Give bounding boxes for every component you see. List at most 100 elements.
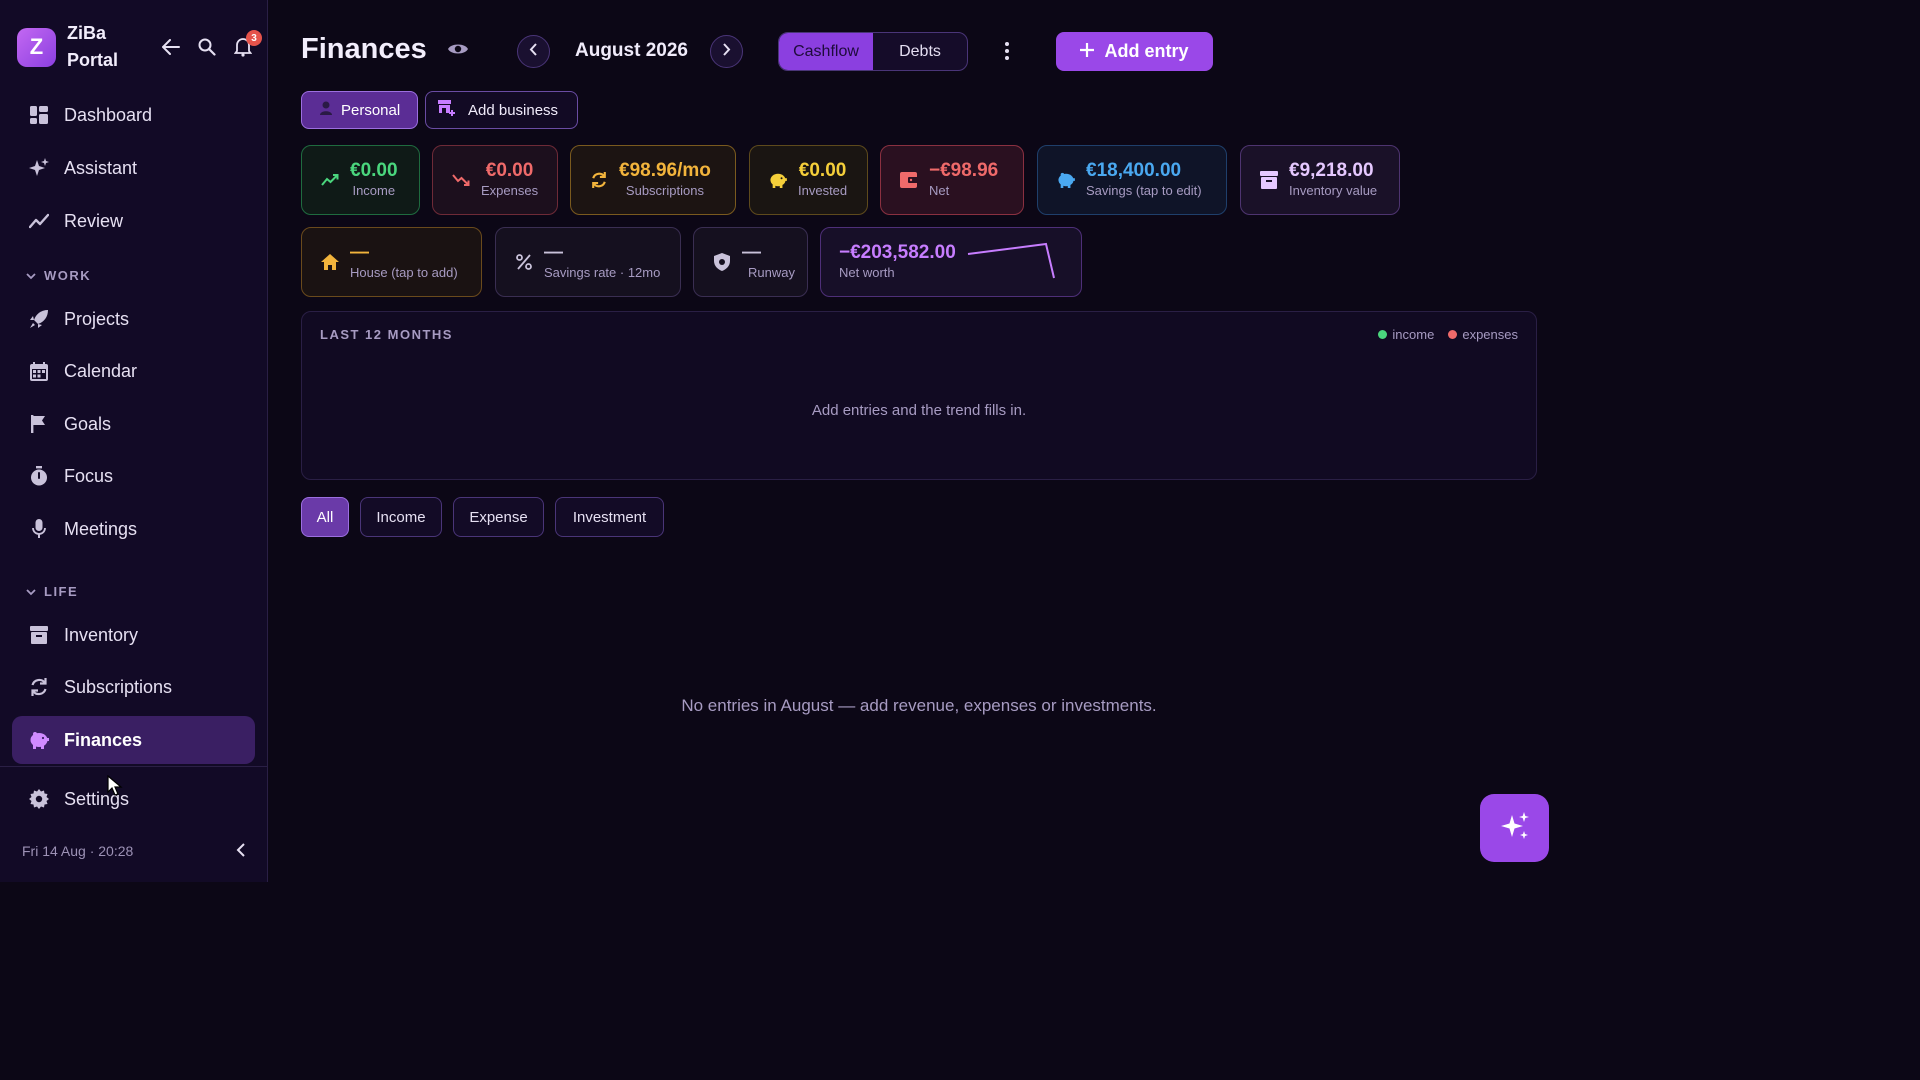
add-entry-button[interactable]: Add entry <box>1056 32 1213 71</box>
stat-card-inventory[interactable]: €9,218.00 Inventory value <box>1240 145 1400 215</box>
bell-icon[interactable]: 3 <box>232 30 262 58</box>
mic-icon <box>29 519 49 539</box>
sidebar-item-label: Calendar <box>64 360 138 381</box>
rocket-icon <box>29 309 49 329</box>
chevron-right-icon <box>722 42 731 61</box>
tab-cashflow[interactable]: Cashflow <box>779 33 873 70</box>
trend-icon <box>29 211 49 231</box>
sidebar-item-label: Inventory <box>64 624 139 645</box>
page-title: Finances <box>301 33 427 65</box>
trend-title: LAST 12 MONTHS <box>320 327 453 342</box>
sparkle-icon <box>29 158 49 178</box>
timer-icon <box>29 466 49 486</box>
tab-debts[interactable]: Debts <box>873 33 967 70</box>
filter-expense[interactable]: Expense <box>453 497 544 537</box>
assistant-fab-button[interactable] <box>1480 794 1549 862</box>
trend-legend: income expenses <box>1378 327 1518 342</box>
chevron-left-icon[interactable] <box>236 843 246 862</box>
stat-card-runway[interactable]: — Runway <box>693 227 808 297</box>
section-life[interactable]: LIFE <box>26 584 78 599</box>
sidebar-item-settings[interactable]: Settings <box>12 775 255 823</box>
subscriptions-value: €98.96/mo <box>619 160 711 181</box>
add-business-button[interactable]: Add business <box>425 91 578 129</box>
trend-chart: LAST 12 MONTHS income expenses Add entri… <box>301 311 1537 480</box>
stat-card-net[interactable]: −€98.96 Net <box>880 145 1024 215</box>
sidebar-item-dashboard[interactable]: Dashboard <box>12 91 255 139</box>
brand[interactable]: Z ZiBa Portal <box>17 20 137 74</box>
net-label: Net <box>929 183 950 198</box>
sidebar-divider <box>0 766 268 767</box>
sidebar-datetime: Fri 14 Aug · 20:28 <box>22 843 134 859</box>
add-business-label: Add business <box>468 101 559 119</box>
next-month-button[interactable] <box>710 35 743 68</box>
filter-all[interactable]: All <box>301 497 349 537</box>
user-icon <box>320 101 332 119</box>
eye-icon[interactable] <box>447 41 469 62</box>
chevron-down-icon <box>26 268 36 283</box>
legend-expenses: expenses <box>1448 327 1518 342</box>
search-icon[interactable] <box>196 36 218 58</box>
back-arrow-icon[interactable] <box>160 36 182 58</box>
sidebar-item-label: Review <box>64 210 124 231</box>
sidebar-item-finances[interactable]: Finances <box>12 716 255 764</box>
house-value: — <box>350 242 369 263</box>
sidebar-item-label: Projects <box>64 308 130 329</box>
scope-personal-label: Personal <box>341 101 401 119</box>
sidebar-item-assistant[interactable]: Assistant <box>12 144 255 192</box>
sidebar: Z ZiBa Portal 3 Dashboard Assistant Revi… <box>0 0 268 882</box>
stat-card-expenses[interactable]: €0.00 Expenses <box>432 145 558 215</box>
filter-investment[interactable]: Investment <box>555 497 664 537</box>
more-options-icon[interactable] <box>1000 41 1014 66</box>
notification-badge: 3 <box>246 30 262 46</box>
savings-label: Savings (tap to edit) <box>1086 183 1202 198</box>
trend-empty-message: Add entries and the trend fills in. <box>811 402 1027 419</box>
section-work[interactable]: WORK <box>26 268 91 283</box>
stat-card-savings-rate[interactable]: — Savings rate · 12mo <box>495 227 681 297</box>
piggy-bank-icon <box>768 170 788 190</box>
stat-card-invested[interactable]: €0.00 Invested <box>749 145 868 215</box>
sidebar-item-review[interactable]: Review <box>12 197 255 245</box>
net-worth-sparkline <box>967 242 1055 279</box>
sidebar-item-label: Subscriptions <box>64 676 173 697</box>
savings-value: €18,400.00 <box>1086 160 1182 181</box>
sidebar-item-subscriptions[interactable]: Subscriptions <box>12 663 255 711</box>
app-name: ZiBa Portal <box>67 23 119 70</box>
wallet-icon <box>899 170 919 190</box>
stat-card-net-worth[interactable]: −€203,582.00 Net worth <box>820 227 1082 297</box>
stat-card-subscriptions[interactable]: €98.96/mo Subscriptions <box>570 145 736 215</box>
income-label: Income <box>352 183 396 198</box>
invested-value: €0.00 <box>798 160 847 181</box>
sparkle-icon <box>1500 811 1530 846</box>
view-tabs: Cashflow Debts <box>778 32 968 71</box>
filter-income[interactable]: Income <box>360 497 442 537</box>
add-entry-label: Add entry <box>1104 41 1189 61</box>
sidebar-item-calendar[interactable]: Calendar <box>12 347 255 395</box>
stat-card-income[interactable]: €0.00 Income <box>301 145 420 215</box>
net-value: −€98.96 <box>929 160 999 181</box>
house-label: House (tap to add) <box>350 265 458 280</box>
shield-icon <box>712 252 732 272</box>
invested-label: Invested <box>798 183 848 198</box>
trend-down-icon <box>451 170 471 190</box>
sidebar-item-focus[interactable]: Focus <box>12 452 255 500</box>
section-label: WORK <box>44 268 92 283</box>
inventory-label: Inventory value <box>1289 183 1378 198</box>
expenses-value: €0.00 <box>485 160 534 181</box>
trend-up-icon <box>320 170 340 190</box>
scope-personal-button[interactable]: Personal <box>301 91 418 129</box>
sidebar-item-goals[interactable]: Goals <box>12 400 255 448</box>
sidebar-item-projects[interactable]: Projects <box>12 295 255 343</box>
sidebar-item-label: Finances <box>64 729 143 750</box>
stat-card-savings[interactable]: €18,400.00 Savings (tap to edit) <box>1037 145 1227 215</box>
sidebar-item-inventory[interactable]: Inventory <box>12 611 255 659</box>
flag-icon <box>29 414 49 434</box>
plus-icon <box>1080 41 1095 62</box>
app-logo: Z <box>17 27 56 67</box>
savings-rate-value: — <box>544 242 563 263</box>
piggy-bank-icon <box>29 730 49 750</box>
sidebar-item-meetings[interactable]: Meetings <box>12 505 255 553</box>
stat-card-house[interactable]: — House (tap to add) <box>301 227 482 297</box>
section-label: LIFE <box>44 584 79 599</box>
piggy-bank-icon <box>1056 170 1076 190</box>
prev-month-button[interactable] <box>517 35 550 68</box>
